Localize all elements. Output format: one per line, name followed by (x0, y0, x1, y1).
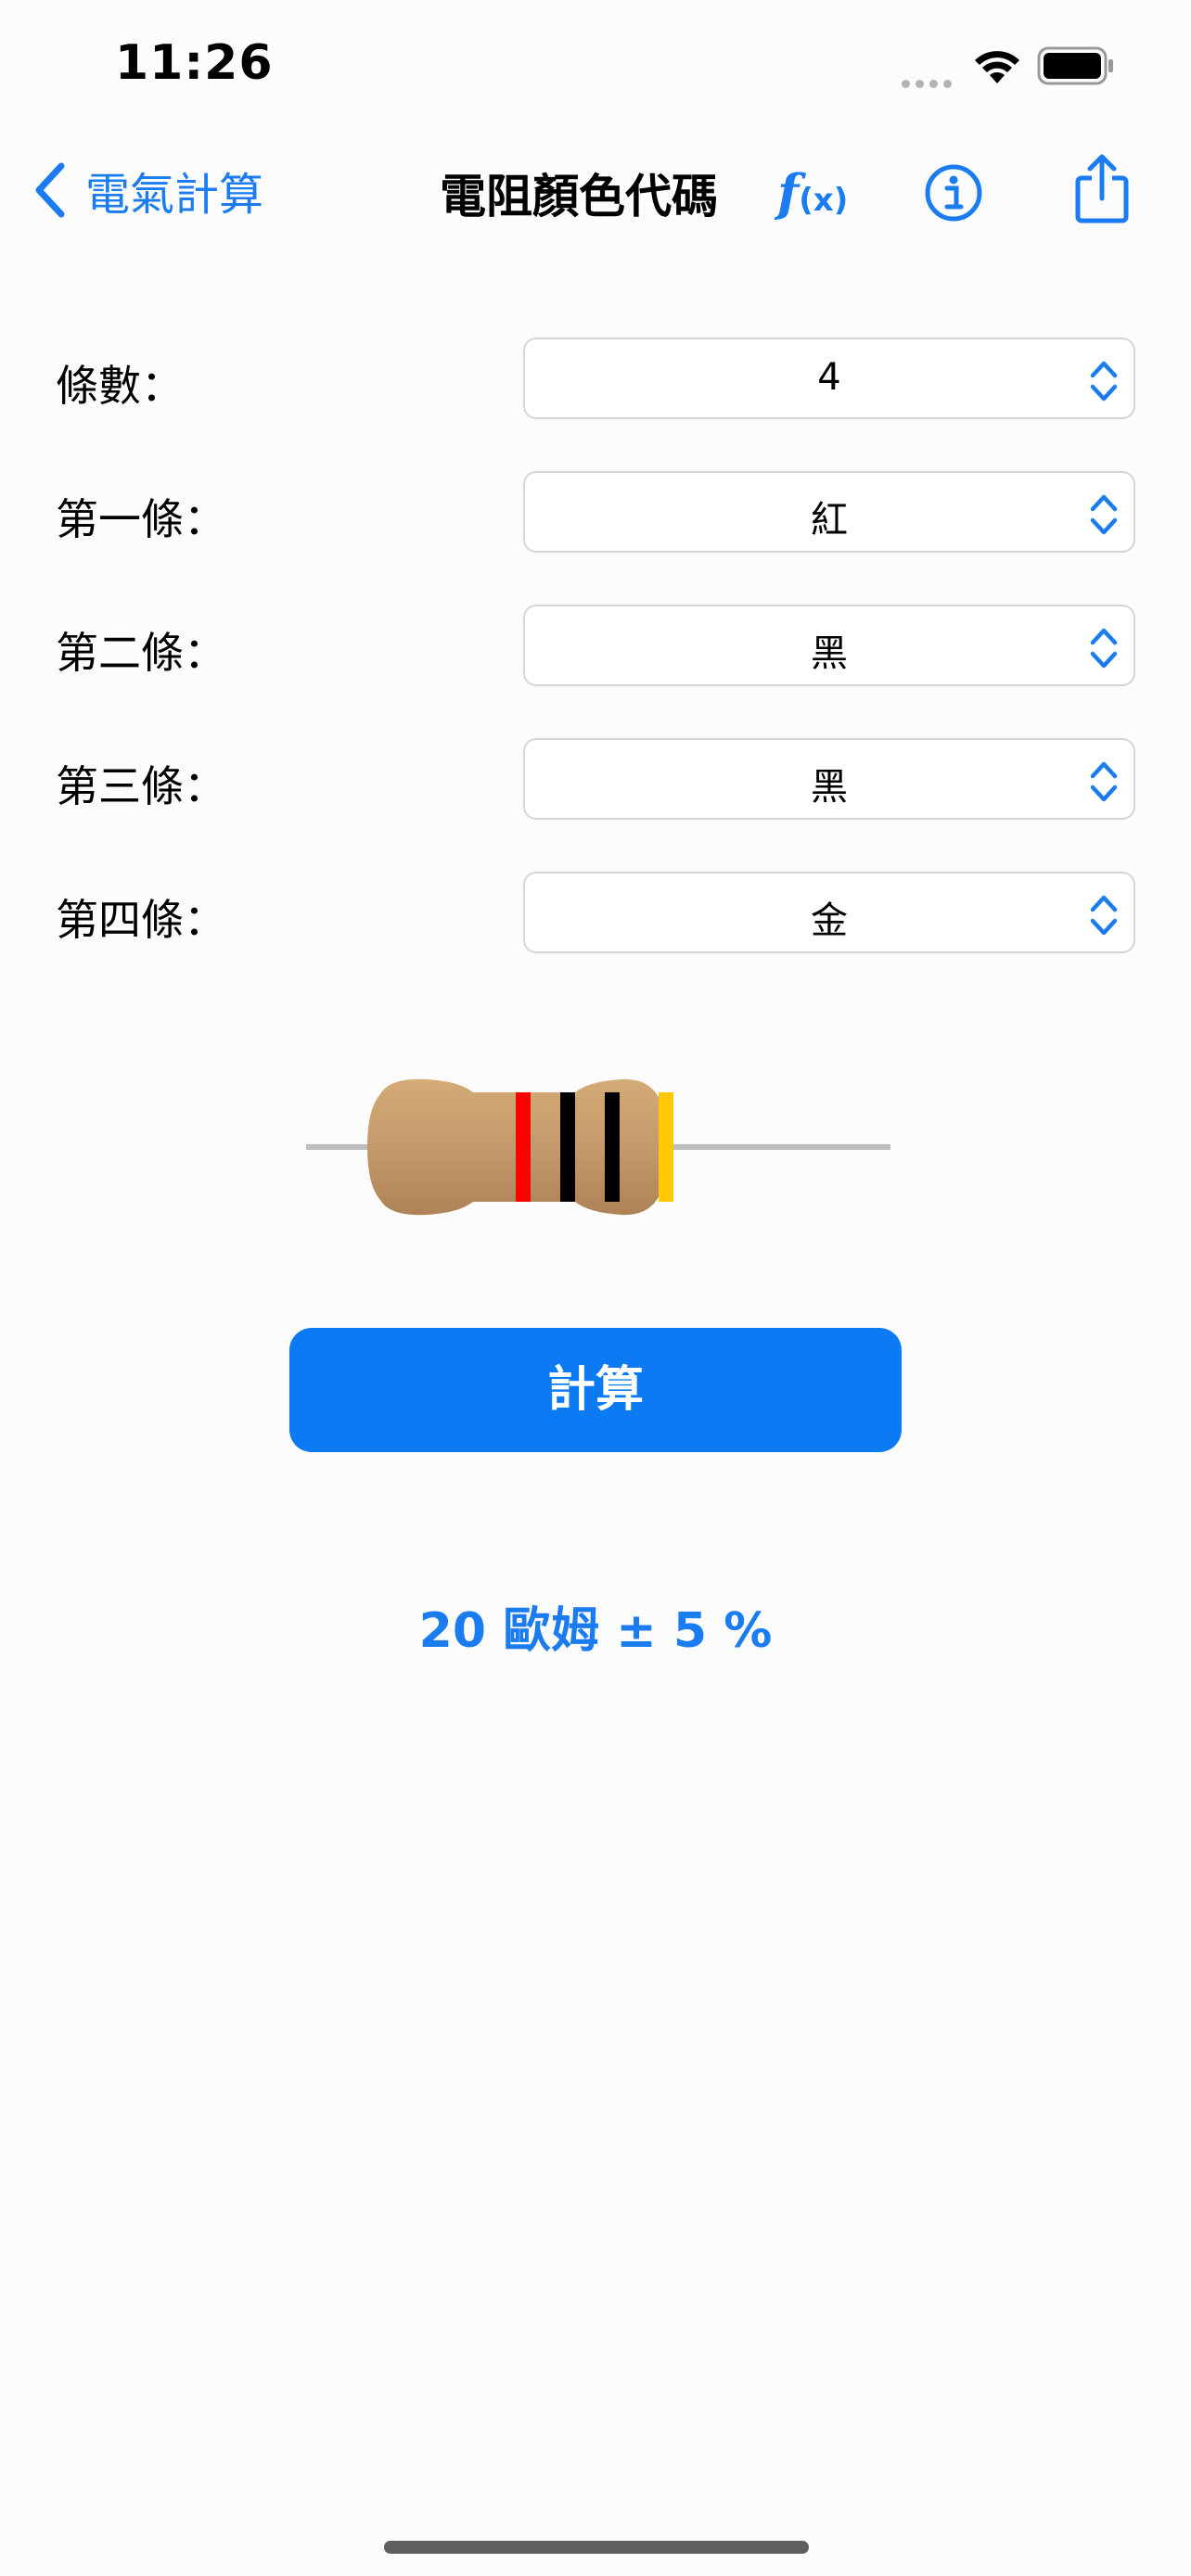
wifi-icon (972, 48, 1022, 89)
resistor-band-4 (659, 1092, 673, 1202)
band-3-value: 黑 (811, 766, 848, 809)
band-1-select[interactable]: 紅 (523, 471, 1135, 553)
band-1-label: 第一條： (56, 494, 226, 544)
page-title: 電阻顏色代碼 (440, 170, 718, 223)
band-4-label: 第四條： (56, 895, 226, 945)
band-3-select[interactable]: 黑 (523, 738, 1135, 820)
chevron-left-icon (35, 162, 65, 218)
band-4-value: 金 (811, 899, 848, 942)
band-1-row: 第一條： 紅 (0, 471, 1191, 556)
back-button[interactable]: 電氣計算 (33, 158, 263, 223)
band-2-select[interactable]: 黑 (523, 605, 1135, 686)
resistor-band-2 (560, 1092, 575, 1202)
battery-icon (1037, 46, 1115, 89)
band-2-value: 黑 (811, 632, 848, 675)
band-count-label: 條數： (56, 361, 184, 411)
info-icon[interactable] (924, 163, 983, 226)
band-3-row: 第三條： 黑 (0, 738, 1191, 823)
back-label: 電氣計算 (85, 169, 264, 221)
home-indicator (384, 2541, 809, 2554)
band-2-label: 第二條： (56, 628, 226, 678)
band-count-value: 4 (817, 356, 841, 399)
band-2-row: 第二條： 黑 (0, 605, 1191, 690)
resistor-band-1 (516, 1092, 531, 1202)
cellular-signal-icon (902, 74, 957, 92)
chevron-updown-icon (1090, 628, 1118, 669)
formula-icon[interactable]: f(x) (777, 163, 848, 223)
band-count-select[interactable]: 4 (523, 338, 1135, 419)
result-text: 20 歐姆 ± 5 % (418, 1603, 773, 1659)
chevron-updown-icon (1090, 494, 1118, 535)
band-count-row: 條數： 4 (0, 338, 1191, 423)
status-time: 11:26 (115, 35, 274, 91)
share-icon[interactable] (1074, 154, 1130, 228)
calculate-button[interactable]: 計算 (289, 1328, 902, 1452)
resistor-band-3 (605, 1092, 620, 1202)
chevron-updown-icon (1090, 761, 1118, 802)
resistor-illustration (306, 1078, 890, 1216)
band-4-select[interactable]: 金 (523, 872, 1135, 953)
band-1-value: 紅 (811, 499, 848, 542)
band-4-row: 第四條： 金 (0, 872, 1191, 957)
chevron-updown-icon (1090, 895, 1118, 936)
band-3-label: 第三條： (56, 761, 226, 811)
chevron-updown-icon (1090, 361, 1118, 402)
